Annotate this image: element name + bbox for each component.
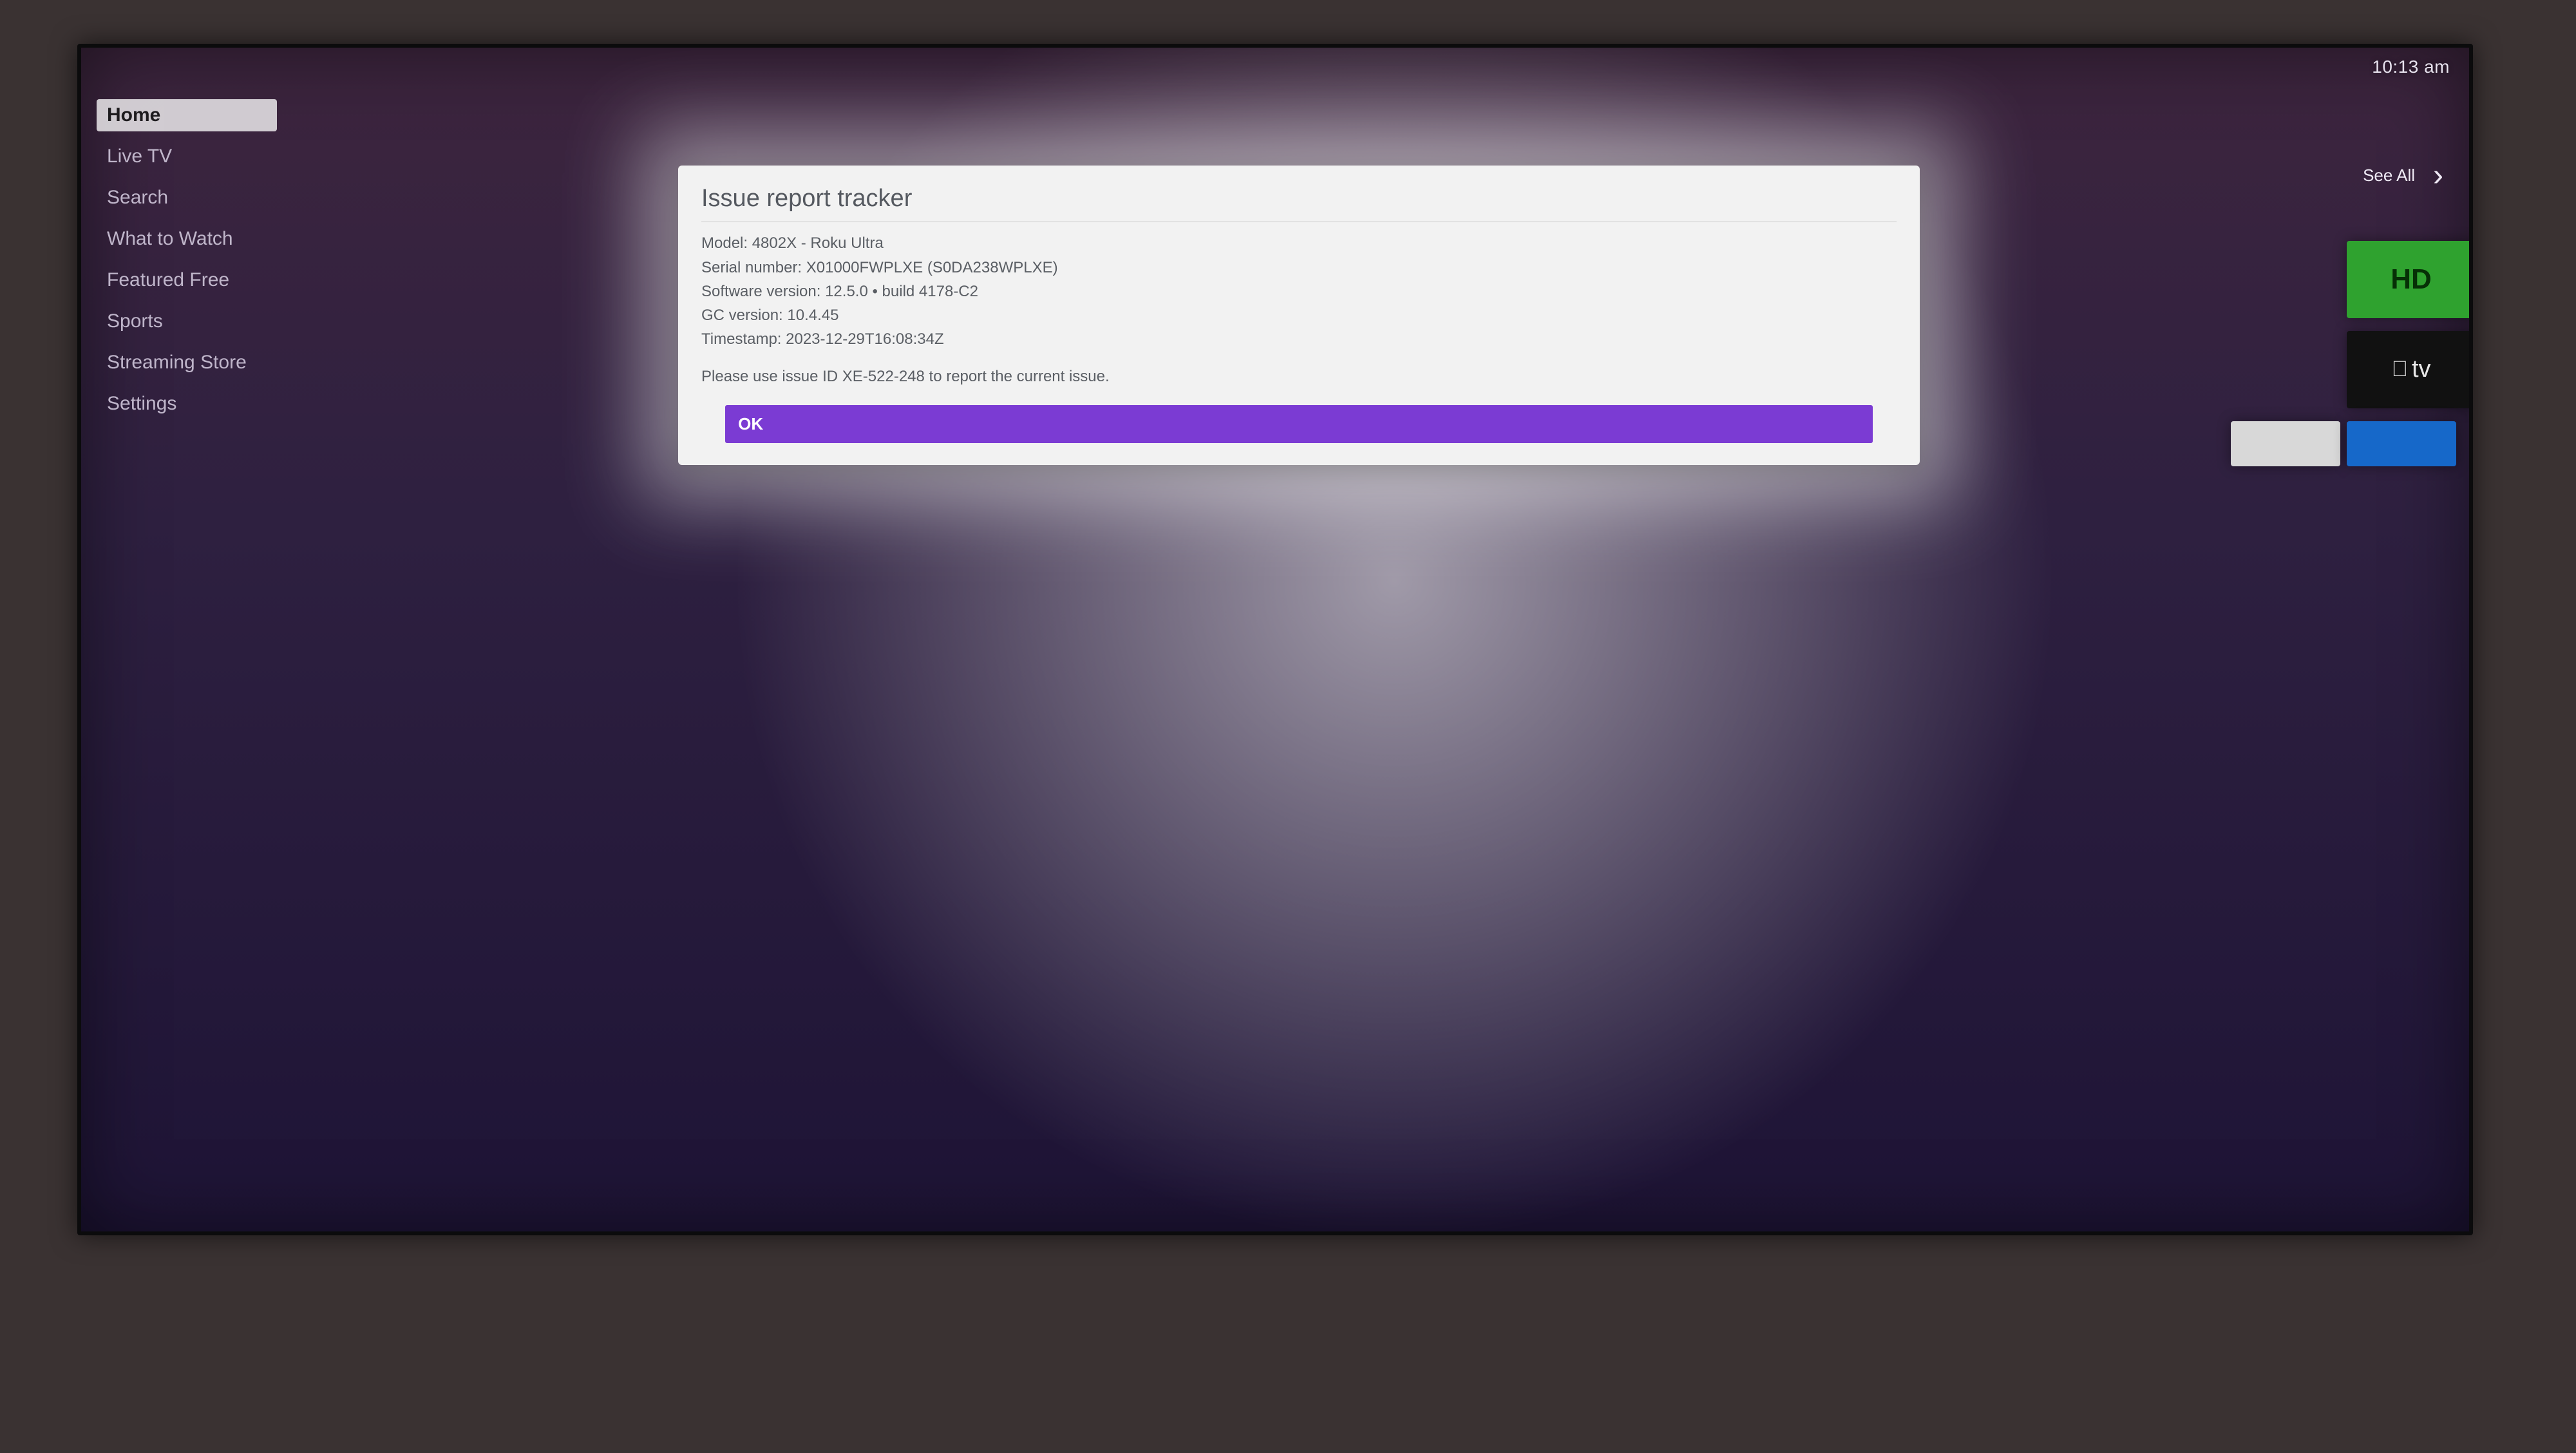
sidebar-item-sports[interactable]: Sports (97, 305, 277, 337)
apple-logo-icon:  (2391, 357, 2408, 382)
see-all-label: See All (2363, 166, 2415, 185)
dialog-serial-line: Serial number: X01000FWPLXE (S0DA238WPLX… (701, 256, 1897, 280)
channel-tile-label: tv (2412, 356, 2431, 383)
dialog-gc-line: GC version: 10.4.45 (701, 303, 1897, 327)
ok-button[interactable]: OK (725, 405, 1873, 443)
see-all-link[interactable]: See All › (2363, 160, 2443, 191)
sidebar-item-streaming-store[interactable]: Streaming Store (97, 347, 277, 379)
dialog-timestamp-line: Timestamp: 2023-12-29T16:08:34Z (701, 327, 1897, 351)
channel-tile-label: HD (2391, 263, 2432, 296)
channel-tile-generic-2[interactable] (2347, 421, 2456, 466)
issue-report-dialog: Issue report tracker Model: 4802X - Roku… (678, 166, 1920, 465)
channel-tile-apple-tv[interactable]:  tv (2347, 331, 2473, 408)
dialog-title: Issue report tracker (701, 185, 1897, 213)
sidebar-item-what-to-watch[interactable]: What to Watch (97, 223, 277, 255)
dialog-software-line: Software version: 12.5.0 • build 4178-C2 (701, 280, 1897, 303)
sidebar-item-home[interactable]: Home (97, 99, 277, 131)
channel-tile-generic-1[interactable] (2231, 421, 2340, 466)
sidebar-item-settings[interactable]: Settings (97, 388, 277, 420)
sidebar-item-search[interactable]: Search (97, 182, 277, 214)
dialog-model-line: Model: 4802X - Roku Ultra (701, 231, 1897, 255)
sidebar: Home Live TV Search What to Watch Featur… (97, 99, 277, 420)
tv-screen: 10:13 am Home Live TV Search What to Wat… (77, 44, 2473, 1235)
clock: 10:13 am (2372, 57, 2450, 77)
dialog-instruction: Please use issue ID XE-522-248 to report… (701, 365, 1897, 388)
sidebar-item-live-tv[interactable]: Live TV (97, 140, 277, 173)
sidebar-item-featured-free[interactable]: Featured Free (97, 264, 277, 296)
chevron-right-icon: › (2433, 160, 2443, 191)
channel-tile-hd[interactable]: HD (2347, 241, 2473, 318)
